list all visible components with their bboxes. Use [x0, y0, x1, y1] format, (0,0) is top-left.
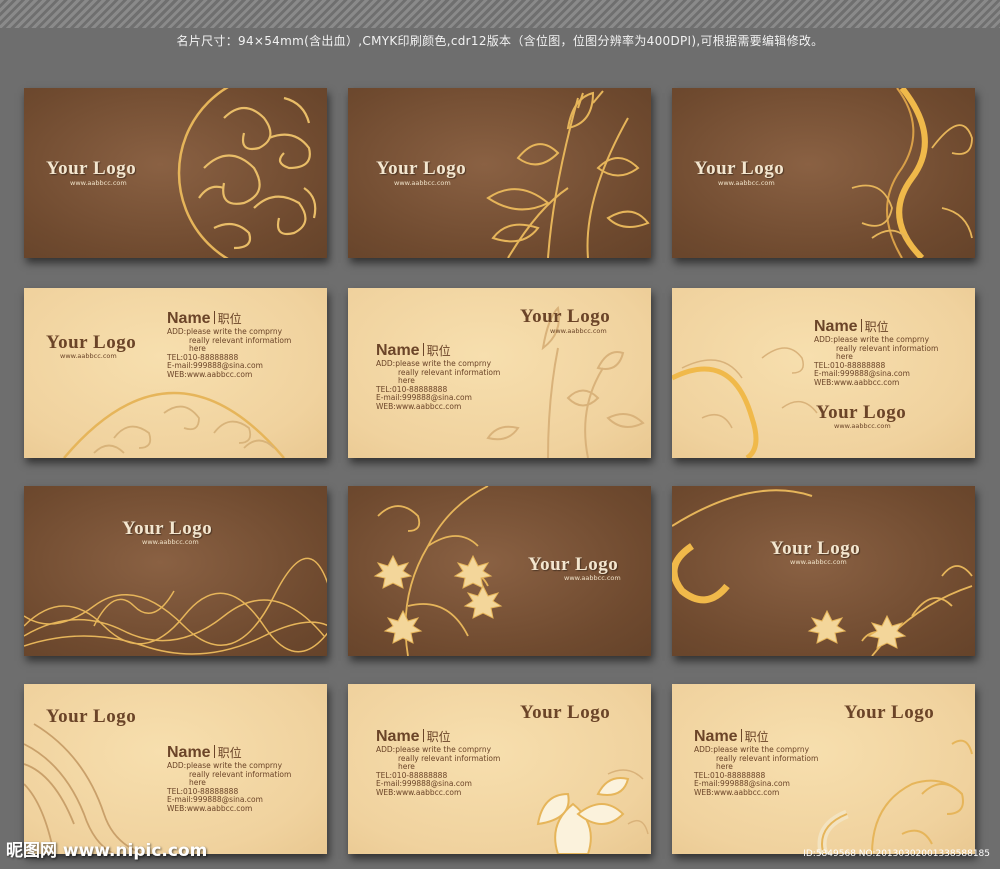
job-title: 职位	[864, 320, 889, 334]
web-line: WEB:www.aabbcc.com	[167, 803, 253, 813]
website-text: www.aabbcc.com	[142, 538, 199, 546]
decorative-top-band	[0, 0, 1000, 28]
website-text: www.aabbcc.com	[834, 422, 891, 430]
website-text: www.aabbcc.com	[70, 179, 127, 187]
contact-block: Name 职位 ADD:please write the comprny real…	[167, 742, 291, 813]
business-card-5[interactable]: Your Logo www.aabbcc.com Name 职位 ADD:plea…	[348, 288, 651, 458]
job-title: 职位	[744, 730, 769, 744]
logo-text: Your Logo	[46, 706, 137, 727]
website-text: www.aabbcc.com	[550, 327, 607, 335]
job-title: 职位	[426, 344, 451, 358]
contact-block: Name 职位 ADD:please write the comprny real…	[376, 726, 500, 797]
name-text: Name	[376, 728, 420, 745]
business-card-11[interactable]: Your Logo Name 职位 ADD:please write the co…	[348, 684, 651, 854]
logo-text: Your Logo	[694, 158, 785, 179]
image-id-text: ID:5849568 NO:20130302001338588185	[803, 849, 990, 859]
business-card-2[interactable]: Your Logo www.aabbcc.com	[348, 88, 651, 258]
business-card-9[interactable]: Your Logo www.aabbcc.com	[672, 486, 975, 656]
name-text: Name	[694, 728, 738, 745]
website-text: www.aabbcc.com	[564, 574, 621, 582]
logo-text: Your Logo	[770, 538, 861, 559]
logo-text: Your Logo	[122, 518, 213, 539]
job-title: 职位	[217, 746, 242, 760]
logo-text: Your Logo	[520, 702, 611, 723]
name-text: Name	[167, 744, 211, 761]
address-line: really relevant informatiom	[716, 753, 819, 763]
business-card-4[interactable]: Your Logo www.aabbcc.com Name 职位 ADD:plea…	[24, 288, 327, 458]
web-line: WEB:www.aabbcc.com	[694, 787, 780, 797]
web-line: WEB:www.aabbcc.com	[167, 369, 253, 379]
business-card-3[interactable]: Your Logo www.aabbcc.com	[672, 88, 975, 258]
name-text: Name	[814, 318, 858, 335]
address-line: really relevant informatiom	[189, 769, 292, 779]
job-title: 职位	[426, 730, 451, 744]
address-line: really relevant informatiom	[189, 335, 292, 345]
address-line: really relevant informatiom	[836, 343, 939, 353]
name-text: Name	[167, 310, 211, 327]
logo-text: Your Logo	[520, 306, 611, 327]
logo-text: Your Logo	[46, 332, 137, 353]
name-text: Name	[376, 342, 420, 359]
website-text: www.aabbcc.com	[718, 179, 775, 187]
job-title: 职位	[217, 312, 242, 326]
website-text: www.aabbcc.com	[394, 179, 451, 187]
contact-block: Name 职位 ADD:please write the comprny real…	[167, 308, 291, 379]
business-card-7[interactable]: Your Logo www.aabbcc.com	[24, 486, 327, 656]
website-text: www.aabbcc.com	[60, 352, 117, 360]
address-line: really relevant informatiom	[398, 367, 501, 377]
business-card-12[interactable]: Your Logo Name 职位 ADD:please write the co…	[672, 684, 975, 854]
business-card-6[interactable]: Name 职位 ADD:please write the comprny real…	[672, 288, 975, 458]
address-line: really relevant informatiom	[398, 753, 501, 763]
wave-lines-icon	[24, 557, 327, 655]
logo-text: Your Logo	[816, 402, 907, 423]
website-text: www.aabbcc.com	[790, 558, 847, 566]
business-card-1[interactable]: Your Logo www.aabbcc.com	[24, 88, 327, 258]
web-line: WEB:www.aabbcc.com	[814, 377, 900, 387]
business-card-10[interactable]: Your Logo Name 职位 ADD:please write the co…	[24, 684, 327, 854]
contact-block: Name 职位 ADD:please write the comprny real…	[694, 726, 818, 797]
logo-text: Your Logo	[528, 554, 619, 575]
logo-text: Your Logo	[844, 702, 935, 723]
business-card-8[interactable]: Your Logo www.aabbcc.com	[348, 486, 651, 656]
logo-text: Your Logo	[376, 158, 467, 179]
page-caption: 名片尺寸：94×54mm(含出血）,CMYK印刷颜色,cdr12版本（含位图，位…	[176, 34, 824, 48]
contact-block: Name 职位 ADD:please write the comprny real…	[814, 316, 938, 387]
logo-text: Your Logo	[46, 158, 137, 179]
web-line: WEB:www.aabbcc.com	[376, 787, 462, 797]
contact-block: Name 职位 ADD:please write the comprny real…	[376, 340, 500, 411]
nipic-watermark: 昵图网 www.nipic.com	[6, 841, 208, 861]
web-line: WEB:www.aabbcc.com	[376, 401, 462, 411]
gold-swirl-icon	[672, 489, 973, 656]
